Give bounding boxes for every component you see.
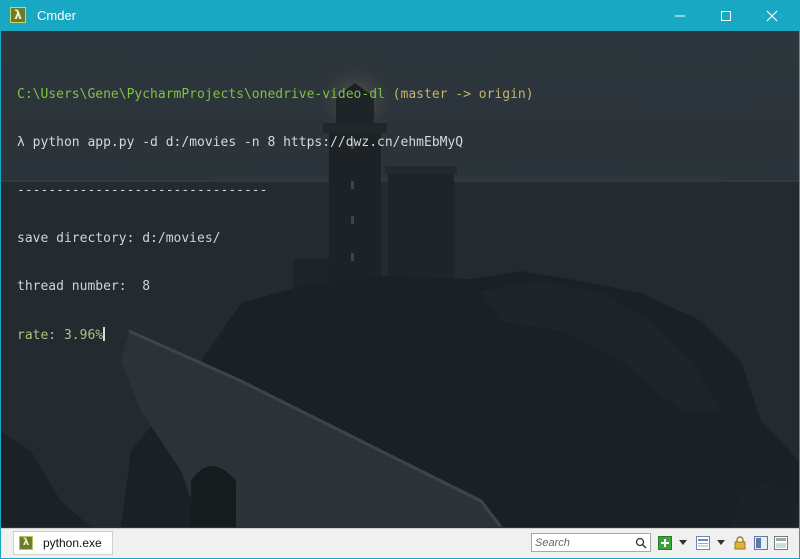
split-view-icon <box>754 536 768 550</box>
console-menu-button[interactable] <box>695 533 711 553</box>
prompt-path-line: C:\Users\Gene\PycharmProjects\onedrive-v… <box>17 87 534 103</box>
console-tab-python[interactable]: λ python.exe <box>13 531 113 555</box>
split-view-button[interactable] <box>753 533 769 553</box>
plus-icon <box>658 536 672 550</box>
command-line: λ python app.py -d d:/movies -n 8 https:… <box>17 135 534 151</box>
window-list-icon <box>696 536 710 550</box>
maximize-icon <box>721 11 731 21</box>
chevron-down-icon <box>717 540 725 545</box>
search-box[interactable] <box>531 533 651 552</box>
title-bar[interactable]: λ Cmder <box>1 1 799 31</box>
terminal-output[interactable]: C:\Users\Gene\PycharmProjects\onedrive-v… <box>17 55 534 376</box>
lambda-app-icon: λ <box>10 7 26 23</box>
thread-number-line: thread number: 8 <box>17 279 151 294</box>
minimize-icon <box>675 15 685 17</box>
close-icon <box>766 10 778 22</box>
separator-line: -------------------------------- <box>17 183 268 198</box>
text-cursor <box>103 327 106 341</box>
settings-panel-button[interactable] <box>773 533 789 553</box>
lock-button[interactable] <box>733 533 747 553</box>
search-input[interactable] <box>535 535 635 550</box>
rate-line: rate: 3.96% <box>17 327 534 344</box>
lambda-prompt: λ <box>17 135 25 150</box>
console-area[interactable]: C:\Users\Gene\PycharmProjects\onedrive-v… <box>1 31 799 527</box>
git-branch-indicator: (master -> origin) <box>384 87 534 102</box>
new-console-dropdown[interactable] <box>677 533 689 553</box>
console-menu-dropdown[interactable] <box>715 533 727 553</box>
panel-icon <box>774 536 788 550</box>
status-bar: λ python.exe <box>1 528 799 558</box>
tab-label: python.exe <box>43 536 102 550</box>
command-text: python app.py -d d:/movies -n 8 https://… <box>24 135 464 150</box>
lock-icon <box>734 536 746 550</box>
close-button[interactable] <box>749 1 795 31</box>
chevron-down-icon <box>679 540 687 545</box>
lambda-tab-icon: λ <box>19 536 33 550</box>
current-directory: C:\Users\Gene\PycharmProjects\onedrive-v… <box>17 87 385 102</box>
maximize-button[interactable] <box>703 1 749 31</box>
save-directory-line: save directory: d:/movies/ <box>17 231 221 246</box>
cmder-window: λ Cmder C:\Users\Gene\PycharmProjects\on… <box>0 0 800 559</box>
rate-text: rate: 3.96% <box>17 328 104 343</box>
minimize-button[interactable] <box>657 1 703 31</box>
window-title: Cmder <box>37 8 77 23</box>
new-console-button[interactable] <box>657 533 673 553</box>
search-icon[interactable] <box>635 537 647 549</box>
